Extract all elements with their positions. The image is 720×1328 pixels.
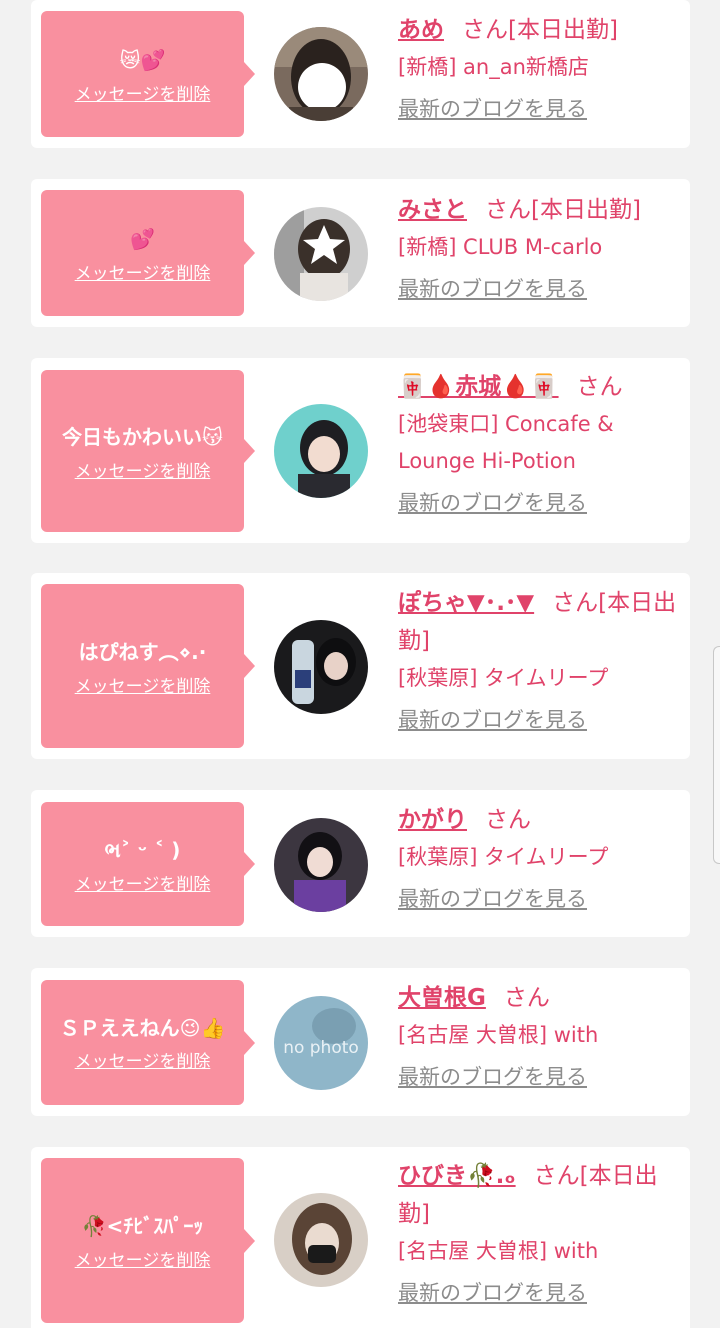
- favorite-card: ભ˃ ᵕ ˂ ) メッセージを削除 かがり さん [秋葉原] タイムリープ 最新の…: [31, 790, 690, 937]
- cast-name-link[interactable]: ひびき🥀.ₒ: [398, 1163, 516, 1189]
- avatar-photo: [274, 1193, 368, 1287]
- cast-suffix: さん: [576, 374, 623, 400]
- favorite-card: はぴねす︵⋄.· メッセージを削除 ぽちゃ▼･.･▼ さん[本日出勤] [秋葉原]…: [31, 573, 690, 759]
- avatar[interactable]: [274, 1193, 368, 1287]
- cast-info: みさと さん[本日出勤] [新橋] CLUB M-carlo 最新のブログを見る: [398, 191, 678, 304]
- latest-blog-link[interactable]: 最新のブログを見る: [398, 1278, 587, 1308]
- favorite-card: 🥀<ﾁﾋﾞｽﾊﾟｰｯ メッセージを削除 ひびき🥀.ₒ さん[本日出勤] [名古屋 …: [31, 1147, 690, 1328]
- shop-name: [池袋東口] Concafe & Lounge Hi-Potion: [398, 412, 614, 473]
- avatar-photo: [274, 620, 368, 714]
- avatar-photo: [274, 404, 368, 498]
- cast-name-link[interactable]: かがり: [398, 807, 467, 833]
- cast-name-link[interactable]: みさと: [398, 197, 467, 223]
- favorite-card: ＳＰええねん😉👍 メッセージを削除 no photo 大曽根G さん [名古屋 大…: [31, 968, 690, 1116]
- latest-blog-link[interactable]: 最新のブログを見る: [398, 884, 587, 914]
- avatar[interactable]: [274, 27, 368, 121]
- message-text: 🥀<ﾁﾋﾞｽﾊﾟｰｯ: [81, 1214, 204, 1238]
- message-bubble: 今日もかわいい😽 メッセージを削除: [41, 370, 255, 532]
- avatar-photo: [274, 207, 368, 301]
- favorite-card: 😿💕 メッセージを削除 あめ さん[本日出勤] [新橋] an_an新橋店 最新の…: [31, 0, 690, 148]
- cast-name-link[interactable]: あめ: [398, 17, 444, 43]
- no-photo-text: no photo: [283, 1038, 359, 1058]
- avatar[interactable]: [274, 818, 368, 912]
- message-text: ＳＰええねん😉👍: [59, 1016, 226, 1040]
- cast-info: 大曽根G さん [名古屋 大曽根] with 最新のブログを見る: [398, 979, 678, 1092]
- latest-blog-link[interactable]: 最新のブログを見る: [398, 94, 587, 124]
- delete-message-link[interactable]: メッセージを削除: [75, 870, 211, 895]
- cast-info: あめ さん[本日出勤] [新橋] an_an新橋店 最新のブログを見る: [398, 11, 678, 124]
- avatar-photo: [274, 27, 368, 121]
- cast-info: 🀄🩸赤城🩸🀄 さん [池袋東口] Concafe & Lounge Hi-Poti…: [398, 368, 678, 518]
- delete-message-link[interactable]: メッセージを削除: [75, 259, 211, 284]
- shop-name: [名古屋 大曽根] with: [398, 1239, 599, 1263]
- scrollbar[interactable]: [713, 646, 720, 864]
- message-text: 💕: [130, 226, 155, 251]
- delete-message-link[interactable]: メッセージを削除: [75, 672, 211, 697]
- message-bubble: 😿💕 メッセージを削除: [41, 11, 255, 137]
- cast-suffix: さん: [503, 985, 550, 1011]
- delete-message-link[interactable]: メッセージを削除: [75, 80, 211, 105]
- cast-name-link[interactable]: 大曽根G: [398, 985, 486, 1011]
- message-bubble: ＳＰええねん😉👍 メッセージを削除: [41, 980, 255, 1105]
- cast-name-link[interactable]: 🀄🩸赤城🩸🀄: [398, 374, 559, 400]
- cast-suffix: さん[本日出勤]: [485, 197, 641, 223]
- avatar[interactable]: no photo: [274, 996, 368, 1090]
- shop-name: [名古屋 大曽根] with: [398, 1023, 599, 1047]
- delete-message-link[interactable]: メッセージを削除: [75, 457, 211, 482]
- cast-info: ぽちゃ▼･.･▼ さん[本日出勤] [秋葉原] タイムリープ 最新のブログを見る: [398, 584, 678, 735]
- message-bubble: はぴねす︵⋄.· メッセージを削除: [41, 584, 255, 748]
- message-text: 😿💕: [119, 47, 166, 72]
- cast-info: ひびき🥀.ₒ さん[本日出勤] [名古屋 大曽根] with 最新のブログを見る: [398, 1157, 678, 1308]
- latest-blog-link[interactable]: 最新のブログを見る: [398, 1062, 587, 1092]
- avatar-photo: [274, 818, 368, 912]
- shop-name: [秋葉原] タイムリープ: [398, 845, 609, 869]
- cast-info: かがり さん [秋葉原] タイムリープ 最新のブログを見る: [398, 801, 678, 914]
- no-photo-placeholder: no photo: [274, 996, 368, 1090]
- message-bubble: 🥀<ﾁﾋﾞｽﾊﾟｰｯ メッセージを削除: [41, 1158, 255, 1323]
- latest-blog-link[interactable]: 最新のブログを見る: [398, 705, 587, 735]
- message-bubble: ભ˃ ᵕ ˂ ) メッセージを削除: [41, 802, 255, 926]
- cast-suffix: さん[本日出勤]: [462, 17, 618, 43]
- message-bubble: 💕 メッセージを削除: [41, 190, 255, 316]
- shop-name: [新橋] an_an新橋店: [398, 55, 589, 79]
- avatar[interactable]: [274, 404, 368, 498]
- latest-blog-link[interactable]: 最新のブログを見る: [398, 274, 587, 304]
- cast-name-link[interactable]: ぽちゃ▼･.･▼: [398, 590, 534, 616]
- message-text: 今日もかわいい😽: [62, 424, 223, 449]
- cast-suffix: さん: [485, 807, 531, 833]
- favorite-card: 今日もかわいい😽 メッセージを削除 🀄🩸赤城🩸🀄 さん [池袋東口] Concaf…: [31, 358, 690, 543]
- avatar[interactable]: [274, 207, 368, 301]
- message-text: はぴねす︵⋄.·: [78, 639, 207, 664]
- latest-blog-link[interactable]: 最新のブログを見る: [398, 488, 587, 518]
- delete-message-link[interactable]: メッセージを削除: [75, 1047, 211, 1072]
- message-text: ભ˃ ᵕ ˂ ): [104, 837, 181, 862]
- shop-name: [秋葉原] タイムリープ: [398, 666, 609, 690]
- shop-name: [新橋] CLUB M-carlo: [398, 235, 603, 259]
- favorite-card: 💕 メッセージを削除 みさと さん[本日出勤] [新橋] CLUB M-carlo…: [31, 179, 690, 327]
- avatar[interactable]: [274, 620, 368, 714]
- delete-message-link[interactable]: メッセージを削除: [75, 1246, 211, 1271]
